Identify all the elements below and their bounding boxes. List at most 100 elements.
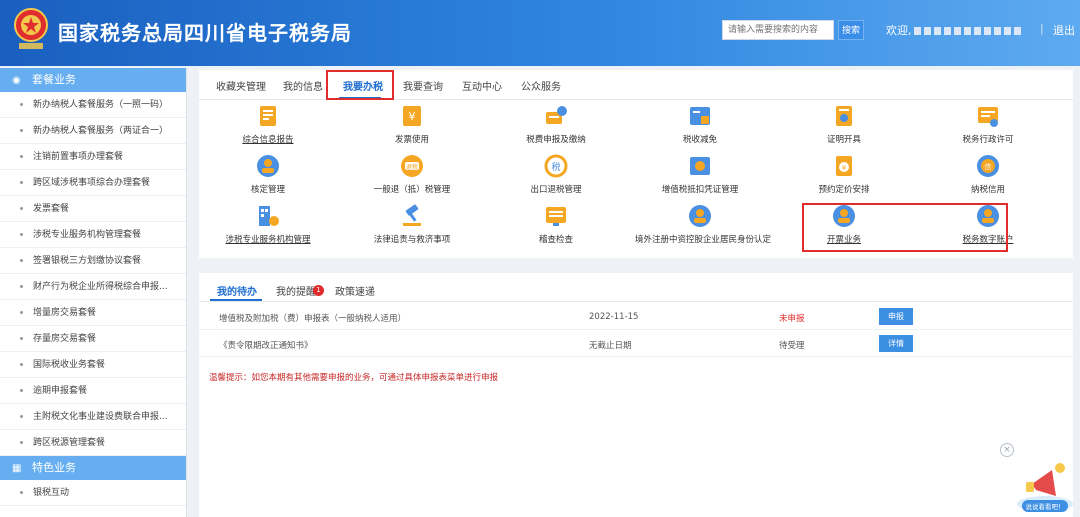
service-resident-identity[interactable]: 境外注册中资控股企业居民身份认定 bbox=[635, 204, 772, 256]
details-button[interactable]: 详情 bbox=[879, 335, 913, 352]
service-legal-remedy[interactable]: 法律追责与救济事项 bbox=[347, 204, 477, 256]
service-tax-credit[interactable]: 信 纳税信用 bbox=[923, 154, 1053, 206]
search-input[interactable] bbox=[722, 20, 834, 40]
tab-highlight-box bbox=[326, 70, 394, 100]
tab-my-todo[interactable]: 我的待办 bbox=[217, 283, 257, 298]
service-inspection[interactable]: 稽查检查 bbox=[491, 204, 621, 256]
bullet-icon bbox=[20, 181, 23, 184]
sidebar-item-label: 存量房交易套餐 bbox=[33, 334, 97, 344]
service-verification[interactable]: 核定管理 bbox=[203, 154, 333, 206]
welcome-label: 欢迎, bbox=[886, 24, 912, 37]
service-label: 税收减免 bbox=[682, 135, 717, 145]
search-button[interactable]: 搜索 bbox=[838, 20, 864, 40]
sidebar-item[interactable]: 银税互动 bbox=[0, 480, 186, 506]
agency-icon bbox=[259, 206, 279, 226]
export-refund-icon: 税 bbox=[544, 154, 568, 178]
service-label: 增值税抵扣凭证管理 bbox=[661, 185, 739, 195]
megaphone-widget-icon[interactable]: 说说看看吧！ bbox=[1014, 448, 1076, 514]
sidebar-item-label: 财产行为税企业所得税综合申报... bbox=[33, 282, 168, 292]
service-invoice-use[interactable]: ¥ 发票使用 bbox=[347, 104, 477, 156]
bullet-icon bbox=[20, 311, 23, 314]
service-comprehensive-report[interactable]: 综合信息报告 bbox=[203, 104, 333, 156]
sidebar-item-label: 涉税专业服务机构管理套餐 bbox=[33, 230, 142, 240]
todo-status: 待受理 bbox=[779, 341, 805, 351]
tab-query[interactable]: 我要查询 bbox=[403, 78, 443, 93]
sidebar-item[interactable]: 增量房交易套餐 bbox=[0, 300, 186, 326]
sidebar-item[interactable]: 新办纳税人套餐服务（两证合一） bbox=[0, 118, 186, 144]
sidebar-group-label: 套餐业务 bbox=[32, 73, 76, 86]
tab-my-reminders[interactable]: 我的提醒 bbox=[276, 283, 316, 298]
credit-icon: 信 bbox=[977, 155, 999, 177]
service-agency-management[interactable]: 涉税专业服务机构管理 bbox=[203, 204, 333, 256]
logout-link[interactable]: 退出 bbox=[1053, 22, 1075, 38]
sidebar-item[interactable]: 国际税收业务套餐 bbox=[0, 352, 186, 378]
bullet-icon bbox=[20, 259, 23, 262]
package-icon: ◉ bbox=[12, 75, 21, 86]
sidebar-group-featured[interactable]: ▦ 特色业务 bbox=[0, 456, 186, 480]
service-label: 境外注册中资控股企业居民身份认定 bbox=[635, 235, 772, 245]
main-tabs: 收藏夹管理 我的信息 我要办税 我要查询 互动中心 公众服务 bbox=[199, 70, 1073, 100]
svg-text:税: 税 bbox=[551, 161, 560, 173]
sidebar-item[interactable]: 发票套餐 bbox=[0, 196, 186, 222]
header-separator: | bbox=[1040, 22, 1044, 35]
service-label: 预约定价安排 bbox=[818, 185, 870, 195]
verify-icon bbox=[257, 155, 279, 177]
service-tax-reduction[interactable]: 税收减免 bbox=[635, 104, 765, 156]
service-label: 稽查检查 bbox=[538, 235, 573, 245]
declare-button[interactable]: 申报 bbox=[879, 308, 913, 325]
tax-declare-icon bbox=[546, 106, 567, 124]
bullet-icon bbox=[20, 363, 23, 366]
pricing-icon: ¥ bbox=[836, 156, 852, 176]
certificate-icon bbox=[836, 106, 852, 126]
sidebar-item[interactable]: 跨区域涉税事项综合办理套餐 bbox=[0, 170, 186, 196]
svg-text:信: 信 bbox=[985, 162, 992, 171]
sidebar-item[interactable]: 签署银税三方划缴协议套餐 bbox=[0, 248, 186, 274]
tab-favorites[interactable]: 收藏夹管理 bbox=[216, 78, 266, 93]
sidebar-item[interactable]: 涉税专业服务机构管理套餐 bbox=[0, 222, 186, 248]
tab-interaction[interactable]: 互动中心 bbox=[462, 78, 502, 93]
bullet-icon bbox=[20, 155, 23, 158]
service-label: 出口退税管理 bbox=[530, 185, 582, 195]
service-tax-declare[interactable]: 税费申报及缴纳 bbox=[491, 104, 621, 156]
todo-panel: 我的待办 我的提醒 1 政策速递 增值税及附加税（费）申报表（一般纳税人适用） … bbox=[199, 273, 1073, 517]
service-general-refund[interactable]: 退税 一般退（抵）税管理 bbox=[347, 154, 477, 206]
reminder-tip: 温馨提示：如您本期有其他需要申报的业务，可通过具体申报表菜单进行申报 bbox=[209, 373, 499, 383]
sidebar-item-label: 注销前置事项办理套餐 bbox=[33, 152, 124, 162]
grid-icon: ▦ bbox=[12, 463, 22, 474]
sidebar-item[interactable]: 存量房交易套餐 bbox=[0, 326, 186, 352]
service-vat-deduction[interactable]: 增值税抵扣凭证管理 bbox=[635, 154, 765, 206]
todo-title[interactable]: 《责令限期改正通知书》 bbox=[219, 339, 313, 351]
bullet-icon bbox=[20, 103, 23, 106]
sidebar-item[interactable]: 主附税文化事业建设费联合申报... bbox=[0, 404, 186, 430]
service-export-refund[interactable]: 税 出口退税管理 bbox=[491, 154, 621, 206]
todo-title[interactable]: 增值税及附加税（费）申报表（一般纳税人适用） bbox=[219, 312, 406, 324]
close-icon[interactable]: × bbox=[1000, 443, 1014, 457]
sidebar-item[interactable]: 财产行为税企业所得税综合申报... bbox=[0, 274, 186, 300]
tab-my-info[interactable]: 我的信息 bbox=[283, 78, 323, 93]
resident-icon bbox=[689, 205, 711, 227]
svg-text:¥: ¥ bbox=[409, 110, 416, 123]
service-pricing-arrangement[interactable]: ¥ 预约定价安排 bbox=[779, 154, 909, 206]
sidebar-item-label: 新办纳税人套餐服务（两证合一） bbox=[33, 126, 169, 136]
sidebar-item[interactable]: 跨区税源管理套餐 bbox=[0, 430, 186, 456]
todo-date: 2022-11-15 bbox=[589, 312, 639, 322]
bullet-icon bbox=[20, 415, 23, 418]
service-label: 涉税专业服务机构管理 bbox=[225, 235, 311, 245]
tab-public-service[interactable]: 公众服务 bbox=[521, 78, 561, 93]
bullet-icon bbox=[20, 233, 23, 236]
top-header: 国家税务总局四川省电子税务局 搜索 欢迎, | 退出 bbox=[0, 0, 1080, 66]
sidebar-item[interactable]: 逾期申报套餐 bbox=[0, 378, 186, 404]
service-certificate[interactable]: 证明开具 bbox=[779, 104, 909, 156]
svg-text:¥: ¥ bbox=[842, 164, 847, 172]
sidebar-item[interactable]: 新办纳税人套餐服务（一照一码） bbox=[0, 92, 186, 118]
sidebar-item-label: 跨区域涉税事项综合办理套餐 bbox=[33, 178, 151, 188]
sidebar-group-packages[interactable]: ◉ 套餐业务 bbox=[0, 68, 186, 92]
sidebar-item[interactable]: 注销前置事项办理套餐 bbox=[0, 144, 186, 170]
vat-deduction-icon bbox=[690, 157, 710, 175]
table-row: 《责令限期改正通知书》 无截止日期 待受理 详情 bbox=[199, 330, 1073, 357]
service-label: 综合信息报告 bbox=[242, 135, 294, 145]
tab-policy-news[interactable]: 政策速递 bbox=[335, 283, 375, 298]
service-admin-permit[interactable]: 税务行政许可 bbox=[923, 104, 1053, 156]
bullet-icon bbox=[20, 337, 23, 340]
todo-date: 无截止日期 bbox=[589, 341, 632, 351]
